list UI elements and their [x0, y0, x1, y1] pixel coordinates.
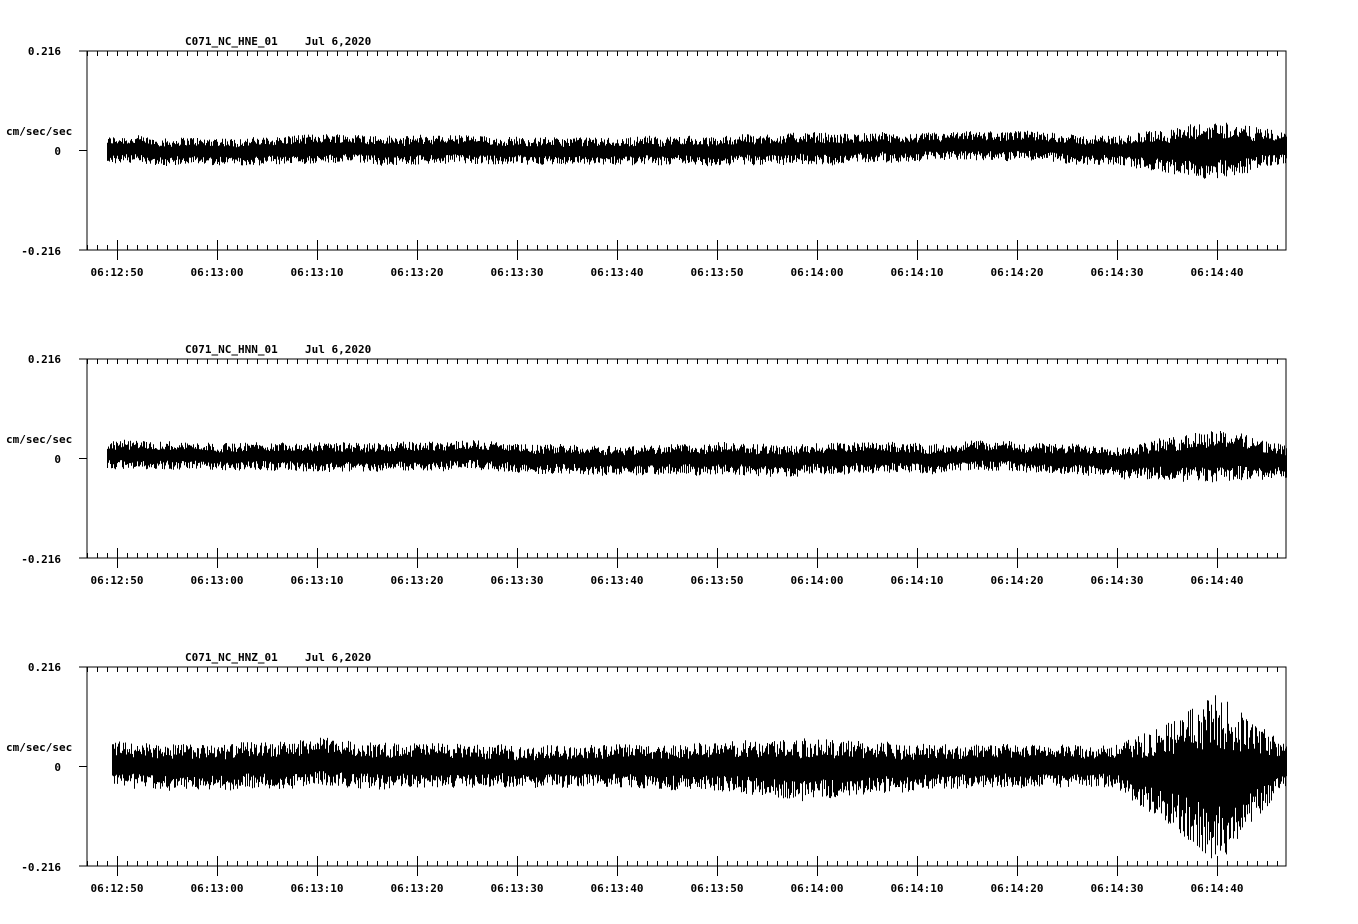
y-tick-zero: 0 — [54, 453, 61, 466]
x-tick-label: 06:12:50 — [91, 266, 144, 279]
seismogram-figure: C071_NC_HNE_01 Jul 6,2020 cm/sec/sec 0.2… — [0, 0, 1358, 924]
x-tick-label: 06:13:40 — [591, 882, 644, 895]
x-tick-label: 06:12:50 — [91, 882, 144, 895]
x-tick-label: 06:13:40 — [591, 266, 644, 279]
x-tick-label: 06:13:30 — [491, 574, 544, 587]
x-tick-label: 06:13:50 — [691, 266, 744, 279]
x-tick-label: 06:13:00 — [191, 574, 244, 587]
panel-date: Jul 6,2020 — [305, 343, 371, 356]
x-tick-label: 06:14:30 — [1091, 882, 1144, 895]
x-tick-label: 06:13:40 — [591, 574, 644, 587]
y-tick-zero: 0 — [54, 145, 61, 158]
x-tick-label: 06:13:30 — [491, 266, 544, 279]
x-tick-label: 06:12:50 — [91, 574, 144, 587]
x-tick-label: 06:13:00 — [191, 266, 244, 279]
x-tick-label: 06:14:40 — [1191, 266, 1244, 279]
x-tick-label: 06:14:00 — [791, 574, 844, 587]
x-tick-label: 06:13:10 — [291, 266, 344, 279]
x-tick-label: 06:13:50 — [691, 882, 744, 895]
panel-title: C071_NC_HNN_01 — [185, 343, 278, 356]
y-axis-label: cm/sec/sec — [6, 125, 72, 138]
y-axis-label: cm/sec/sec — [6, 433, 72, 446]
x-tick-label: 06:13:20 — [391, 882, 444, 895]
x-tick-label: 06:13:50 — [691, 574, 744, 587]
x-tick-label: 06:14:40 — [1191, 574, 1244, 587]
x-tick-label: 06:13:20 — [391, 574, 444, 587]
x-tick-label: 06:13:10 — [291, 574, 344, 587]
y-tick-bottom: -0.216 — [21, 553, 61, 566]
panel-date: Jul 6,2020 — [305, 35, 371, 48]
x-tick-label: 06:14:00 — [791, 266, 844, 279]
x-tick-label: 06:14:20 — [991, 266, 1044, 279]
y-tick-bottom: -0.216 — [21, 861, 61, 874]
x-tick-label: 06:14:20 — [991, 574, 1044, 587]
y-tick-top: 0.216 — [28, 661, 61, 674]
y-axis-label: cm/sec/sec — [6, 741, 72, 754]
x-tick-label: 06:13:30 — [491, 882, 544, 895]
panel-date: Jul 6,2020 — [305, 651, 371, 664]
x-tick-label: 06:13:10 — [291, 882, 344, 895]
y-tick-top: 0.216 — [28, 353, 61, 366]
y-tick-top: 0.216 — [28, 45, 61, 58]
x-tick-label: 06:14:00 — [791, 882, 844, 895]
y-tick-bottom: -0.216 — [21, 245, 61, 258]
x-tick-label: 06:14:30 — [1091, 574, 1144, 587]
x-tick-label: 06:14:30 — [1091, 266, 1144, 279]
panel-title: C071_NC_HNE_01 — [185, 35, 278, 48]
x-tick-label: 06:14:10 — [891, 882, 944, 895]
y-tick-zero: 0 — [54, 761, 61, 774]
x-tick-label: 06:14:40 — [1191, 882, 1244, 895]
x-tick-label: 06:14:10 — [891, 266, 944, 279]
panel-title: C071_NC_HNZ_01 — [185, 651, 278, 664]
x-tick-label: 06:13:00 — [191, 882, 244, 895]
x-tick-label: 06:13:20 — [391, 266, 444, 279]
x-tick-label: 06:14:10 — [891, 574, 944, 587]
x-tick-label: 06:14:20 — [991, 882, 1044, 895]
